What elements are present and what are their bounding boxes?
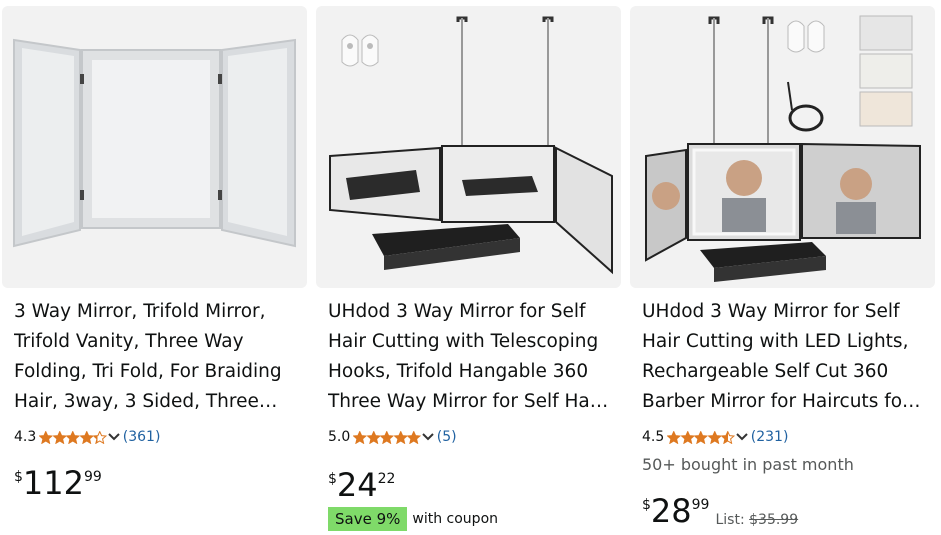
product-card-3[interactable]: UHdod 3 Way Mirror for Self Hair Cutting…: [630, 0, 935, 535]
price[interactable]: $ 112 99: [14, 466, 102, 500]
title-line[interactable]: UHdod 3 Way Mirror for Self: [642, 297, 923, 327]
rating-row: 5.0 (5): [328, 428, 457, 446]
price-fraction: 99: [84, 469, 102, 485]
star-icon: [39, 430, 53, 444]
rating-row: 4.5 (231): [642, 428, 788, 446]
chevron-down-icon[interactable]: [422, 433, 434, 441]
price[interactable]: $ 24 22: [328, 468, 395, 502]
review-count-link[interactable]: (361): [123, 428, 161, 446]
star-rating[interactable]: [39, 430, 107, 444]
star-icon: [380, 430, 394, 444]
rating-value: 4.3: [14, 429, 37, 445]
product-image-trifold-mirror[interactable]: [2, 6, 307, 288]
title-line[interactable]: Hair, 3way, 3 Sided, Three…: [14, 387, 295, 417]
title-line[interactable]: UHdod 3 Way Mirror for Self: [328, 297, 609, 327]
product-title[interactable]: UHdod 3 Way Mirror for Self Hair Cutting…: [642, 297, 923, 417]
star-icon: [694, 430, 708, 444]
star-icon: [393, 430, 408, 444]
star-rating[interactable]: [667, 430, 735, 444]
title-line[interactable]: Rechargeable Self Cut 360: [642, 357, 923, 387]
coupon-badge[interactable]: Save 9%: [328, 507, 408, 531]
review-count-link[interactable]: (5): [437, 428, 457, 446]
price-fraction: 99: [691, 497, 710, 513]
star-icon: [707, 430, 722, 444]
price-symbol: $: [328, 471, 337, 487]
star-icon: [667, 430, 681, 444]
product-title[interactable]: 3 Way Mirror, Trifold Mirror, Trifold Va…: [14, 297, 295, 417]
star-icon: [66, 430, 80, 444]
list-price-value: $35.99: [749, 512, 799, 528]
star-rating[interactable]: [353, 430, 421, 444]
product-card-1[interactable]: 3 Way Mirror, Trifold Mirror, Trifold Va…: [2, 0, 307, 535]
product-title[interactable]: UHdod 3 Way Mirror for Self Hair Cutting…: [328, 297, 609, 417]
rating-value: 4.5: [642, 429, 665, 445]
review-count-link[interactable]: (231): [751, 428, 789, 446]
title-line[interactable]: Hair Cutting with LED Lights,: [642, 327, 923, 357]
price-whole: 24: [336, 466, 378, 504]
hook-accessory: [341, 34, 379, 67]
bought-in-past-month: 50+ bought in past month: [642, 455, 854, 474]
chevron-down-icon[interactable]: [736, 433, 748, 441]
title-line[interactable]: Trifold Vanity, Three Way: [14, 327, 295, 357]
price-whole: 28: [650, 492, 692, 530]
star-icon: [93, 430, 107, 444]
star-icon: [52, 430, 67, 444]
title-line[interactable]: Barber Mirror for Haircuts fo…: [642, 387, 923, 417]
star-icon: [680, 430, 695, 444]
coupon-text: with coupon: [412, 511, 499, 527]
star-icon: [79, 430, 94, 444]
price-symbol: $: [14, 469, 23, 485]
star-icon: [353, 430, 367, 444]
hook-accessory: [787, 20, 825, 53]
title-line[interactable]: Three Way Mirror for Self Ha…: [328, 387, 609, 417]
list-price-label: List:: [715, 512, 745, 528]
star-icon: [366, 430, 381, 444]
star-icon: [721, 430, 735, 444]
chevron-down-icon[interactable]: [108, 433, 120, 441]
product-image-hanging-mirror[interactable]: [316, 6, 621, 288]
rating-row: 4.3 (361): [14, 428, 160, 446]
product-image-led-mirror[interactable]: [630, 6, 935, 288]
coupon-row[interactable]: Save 9% with coupon: [328, 507, 498, 531]
product-card-2[interactable]: UHdod 3 Way Mirror for Self Hair Cutting…: [316, 0, 621, 535]
price-whole: 112: [22, 464, 84, 502]
title-line[interactable]: 3 Way Mirror, Trifold Mirror,: [14, 297, 295, 327]
list-price: List: $35.99: [715, 512, 798, 528]
price-symbol: $: [642, 497, 651, 513]
price-fraction: 22: [377, 471, 396, 487]
star-icon: [407, 430, 421, 444]
title-line[interactable]: Hair Cutting with Telescoping: [328, 327, 609, 357]
rating-value: 5.0: [328, 429, 351, 445]
title-line[interactable]: Folding, Tri Fold, For Braiding: [14, 357, 295, 387]
title-line[interactable]: Hooks, Trifold Hangable 360: [328, 357, 609, 387]
price[interactable]: $ 28 99 List: $35.99: [642, 494, 798, 528]
